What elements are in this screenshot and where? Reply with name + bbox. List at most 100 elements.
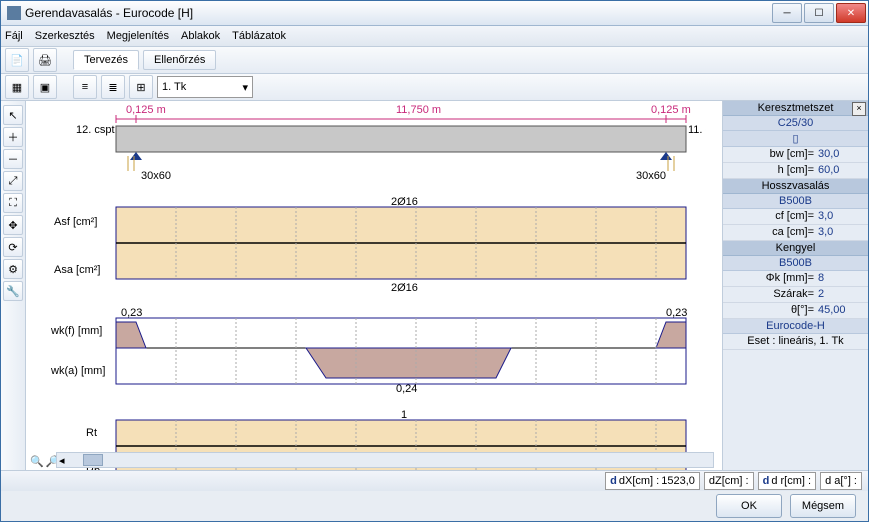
d-icon: d [610,475,617,487]
dim-right: 0,125 m [651,104,691,116]
dx-value: 1523,0 [661,475,695,487]
cursor-icon[interactable]: ↖ [3,105,23,125]
coord-dr: d d r[cm] : [758,472,816,490]
toolbar-1: 📄 🖨 Tervezés Ellenőrzés [1,47,868,74]
minimize-button[interactable]: ─ [772,3,802,23]
menu-edit[interactable]: Szerkesztés [35,30,95,42]
menu-file[interactable]: Fájl [5,30,23,42]
zoom-in-icon[interactable]: ＋ [3,127,23,147]
coord-da: d a[°] : [820,472,862,490]
svg-text:0,24: 0,24 [396,383,417,395]
coord-dz: dZ[cm] : [704,472,754,490]
zoom-fit-icon[interactable]: ⤢ [3,171,23,191]
theta-label: θ[°]= [727,303,818,318]
content-area: ↖ ＋ － ⤢ ⛶ ✥ ⟳ ⚙ 🔧 0,125 m 11,750 m 0,125… [1,101,868,470]
code-name[interactable]: Eurocode-H [723,319,868,334]
maximize-button[interactable]: ☐ [804,3,834,23]
ca-value[interactable]: 3,0 [818,225,864,240]
horizontal-scrollbar[interactable]: ◂ [56,452,714,468]
menu-windows[interactable]: Ablakok [181,30,220,42]
chevron-down-icon: ▾ [242,81,248,94]
zoom-out-icon[interactable]: － [3,149,23,169]
rotate-icon[interactable]: ⟳ [3,237,23,257]
pan-fit-icon[interactable]: ⛶ [3,193,23,213]
props-title: Keresztmetszet × [723,101,868,116]
svg-text:2Ø16: 2Ø16 [391,196,418,208]
app-window: Gerendavasalás - Eurocode [H] ─ ☐ ✕ Fájl… [0,0,869,522]
dropdown-value: 1. Tk [162,81,186,93]
reinforcement-chart: Asf [cm²] Asa [cm²] 2Ø16 2Ø16 [54,196,686,294]
svg-text:Asa [cm²]: Asa [cm²] [54,264,100,276]
menu-tables[interactable]: Táblázatok [232,30,286,42]
long-steel[interactable]: B500B [723,194,868,209]
node-right: 11. cspt. [688,124,706,136]
left-toolbar: ↖ ＋ － ⤢ ⛶ ✥ ⟳ ⚙ 🔧 [1,101,26,470]
cancel-button[interactable]: Mégsem [790,494,856,518]
h-label: h [cm]= [727,163,818,178]
menu-view[interactable]: Megjelenítés [107,30,169,42]
phi-label: Φk [mm]= [727,271,818,286]
legs-label: Szárak= [727,287,818,302]
drawing-area[interactable]: 0,125 m 11,750 m 0,125 m 12. cspt. 11. c… [26,101,722,470]
legs-value[interactable]: 2 [818,287,864,302]
concrete-grade[interactable]: C25/30 [723,116,868,131]
section-icon[interactable]: ▯ [723,131,868,147]
dim-mid: 11,750 m [396,104,441,116]
tab-check[interactable]: Ellenőrzés [143,50,216,70]
section-left: 30x60 [141,170,171,182]
d-icon-2: d [763,475,770,487]
ca-label: ca [cm]= [727,225,818,240]
anim2-icon[interactable]: ≣ [101,75,125,99]
print-icon[interactable]: 🖨 [33,48,57,72]
menubar: Fájl Szerkesztés Megjelenítés Ablakok Tá… [1,26,868,47]
long-reinf-title: Hosszvasalás [723,179,868,194]
move-icon[interactable]: ✥ [3,215,23,235]
ok-button[interactable]: OK [716,494,782,518]
svg-text:0,23: 0,23 [666,307,687,319]
zoom-in-small-icon[interactable]: 🔍 [30,455,44,468]
stirrup-steel[interactable]: B500B [723,256,868,271]
section-right: 30x60 [636,170,666,182]
doc-icon[interactable]: 📄 [5,48,29,72]
stirrup-title: Kengyel [723,241,868,256]
svg-text:1: 1 [401,409,407,421]
bw-value[interactable]: 30,0 [818,147,864,162]
table-icon[interactable]: ⊞ [129,75,153,99]
node-left: 12. cspt. [76,124,118,136]
window-title: Gerendavasalás - Eurocode [H] [25,6,772,20]
coord-dx: d dX[cm] : 1523,0 [605,472,700,490]
wrench-icon[interactable]: 🔧 [3,281,23,301]
titlebar: Gerendavasalás - Eurocode [H] ─ ☐ ✕ [1,1,868,26]
case-label: Eset : lineáris, 1. Tk [747,334,843,349]
settings-icon[interactable]: ⚙ [3,259,23,279]
svg-text:wk(f) [mm]: wk(f) [mm] [50,325,102,337]
app-icon [7,6,21,20]
cf-value[interactable]: 3,0 [818,209,864,224]
bw-label: bw [cm]= [727,147,818,162]
h-value[interactable]: 60,0 [818,163,864,178]
svg-text:0,23: 0,23 [121,307,142,319]
loadcase-dropdown[interactable]: 1. Tk ▾ [157,76,253,98]
scroll-thumb[interactable] [83,454,103,466]
properties-panel: Keresztmetszet × C25/30 ▯ bw [cm]=30,0 h… [722,101,868,470]
svg-text:Rt: Rt [86,427,97,439]
cf-label: cf [cm]= [727,209,818,224]
svg-text:wk(a) [mm]: wk(a) [mm] [50,365,105,377]
statusbar: d dX[cm] : 1523,0 dZ[cm] : d d r[cm] : d… [1,470,868,491]
tab-design[interactable]: Tervezés [73,50,139,70]
anim1-icon[interactable]: ≡ [73,75,97,99]
dim-left: 0,125 m [126,104,166,116]
dialog-buttons: OK Mégsem [1,491,868,521]
svg-text:2Ø16: 2Ø16 [391,282,418,294]
theta-value[interactable]: 45,00 [818,303,864,318]
scroll-left-icon[interactable]: ◂ [57,454,67,467]
beam-diagram: 0,125 m 11,750 m 0,125 m 12. cspt. 11. c… [76,104,706,182]
close-button[interactable]: ✕ [836,3,866,23]
window-icon[interactable]: ▣ [33,75,57,99]
crack-chart: wk(f) [mm] wk(a) [mm] 0,23 0,23 0,24 [50,307,687,395]
grid-icon[interactable]: ▦ [5,75,29,99]
svg-text:Asf [cm²]: Asf [cm²] [54,216,97,228]
toolbar-2: ▦ ▣ ≡ ≣ ⊞ 1. Tk ▾ [1,74,868,101]
props-close-icon[interactable]: × [852,102,866,116]
phi-value[interactable]: 8 [818,271,864,286]
